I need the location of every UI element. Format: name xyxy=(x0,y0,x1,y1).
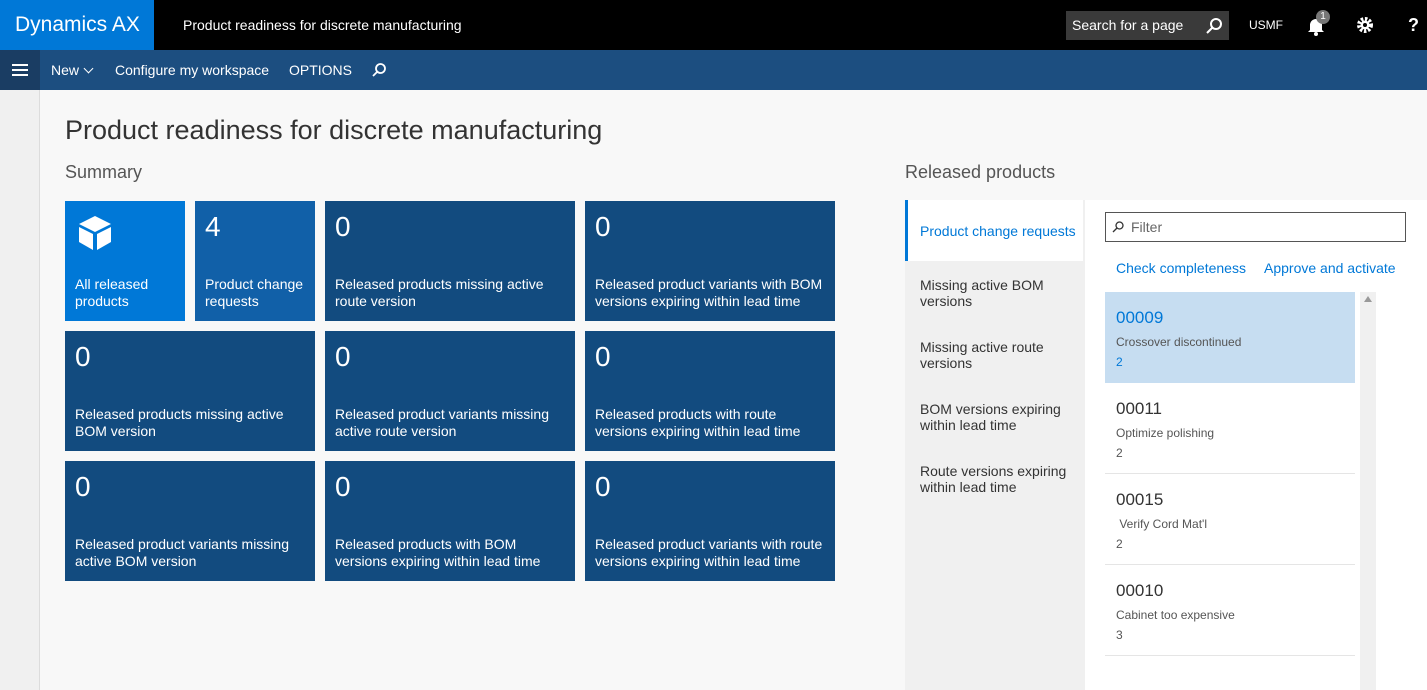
filter-input[interactable]: Filter xyxy=(1105,212,1406,242)
tile-label: Released products missing active BOM ver… xyxy=(75,406,284,439)
approve-activate-link[interactable]: Approve and activate xyxy=(1264,260,1396,276)
item-count: 3 xyxy=(1116,628,1123,642)
tile-label: Released product variants missing active… xyxy=(75,536,289,569)
nav-product-change-requests[interactable]: Product change requests xyxy=(905,200,1083,261)
item-description: Crossover discontinued xyxy=(1116,335,1242,349)
list-item[interactable]: 00009 Crossover discontinued 2 xyxy=(1105,292,1355,383)
tile-product-change-requests[interactable]: 4 Product change requests xyxy=(195,201,315,321)
nav-bom-versions-expiring[interactable]: BOM versions expiring within lead time xyxy=(905,401,1083,433)
nav-missing-route-versions[interactable]: Missing active route versions xyxy=(905,339,1083,371)
tile-variants-route-expiring[interactable]: 0 Released product variants with route v… xyxy=(585,461,835,581)
tile-products-route-expiring[interactable]: 0 Released products with route versions … xyxy=(585,331,835,451)
list-scrollbar[interactable] xyxy=(1360,292,1376,690)
gear-icon[interactable] xyxy=(1356,16,1374,34)
tile-label: Released product variants missing active… xyxy=(335,406,549,439)
tile-count: 0 xyxy=(335,341,351,372)
help-button[interactable]: ? xyxy=(1408,0,1419,50)
released-products-nav: Product change requests Missing active B… xyxy=(905,200,1085,690)
summary-title: Summary xyxy=(65,162,143,182)
tile-label: Released products with BOM versions expi… xyxy=(335,536,541,569)
tile-count: 0 xyxy=(595,211,611,242)
tile-variants-missing-route[interactable]: 0 Released product variants missing acti… xyxy=(325,331,575,451)
item-description: Cabinet too expensive xyxy=(1116,608,1235,622)
tile-products-missing-route[interactable]: 0 Released products missing active route… xyxy=(325,201,575,321)
tile-count: 0 xyxy=(335,211,351,242)
command-bar: New Configure my workspace OPTIONS xyxy=(0,50,1427,90)
search-icon[interactable] xyxy=(371,62,387,78)
configure-workspace-button[interactable]: Configure my workspace xyxy=(115,50,269,90)
top-bar: Dynamics AX Product readiness for discre… xyxy=(0,0,1427,50)
hamburger-menu-icon[interactable] xyxy=(0,50,40,90)
tile-products-bom-expiring[interactable]: 0 Released products with BOM versions ex… xyxy=(325,461,575,581)
tile-count: 4 xyxy=(205,211,221,242)
box-icon xyxy=(79,216,111,250)
left-nav-strip xyxy=(0,90,40,690)
tile-count: 0 xyxy=(595,471,611,502)
tile-count: 0 xyxy=(595,341,611,372)
company-picker[interactable]: USMF xyxy=(1249,0,1283,50)
released-products-title: Released products xyxy=(905,162,1056,182)
item-id: 00015 xyxy=(1116,490,1164,509)
search-placeholder: Search for a page xyxy=(1072,17,1184,33)
tile-label: All released products xyxy=(75,276,149,309)
item-count: 2 xyxy=(1116,446,1123,460)
filter-placeholder: Filter xyxy=(1131,219,1163,235)
chevron-down-icon xyxy=(83,63,94,74)
item-count: 2 xyxy=(1116,355,1123,369)
search-icon xyxy=(1112,221,1124,233)
page-search-input[interactable]: Search for a page xyxy=(1066,11,1229,40)
item-id: 00009 xyxy=(1116,308,1164,327)
tile-label: Released product variants with BOM versi… xyxy=(595,276,823,309)
tile-all-released-products[interactable]: All released products xyxy=(65,201,185,321)
check-completeness-link[interactable]: Check completeness xyxy=(1116,260,1246,276)
tile-label: Released products with route versions ex… xyxy=(595,406,801,439)
new-label: New xyxy=(51,62,80,78)
list-item[interactable]: 00010 Cabinet too expensive 3 xyxy=(1105,565,1355,656)
tile-count: 0 xyxy=(335,471,351,502)
tile-label: Released products missing active route v… xyxy=(335,276,544,309)
new-button[interactable]: New xyxy=(51,50,94,90)
page-name: Product readiness for discrete manufactu… xyxy=(183,17,462,33)
options-button[interactable]: OPTIONS xyxy=(289,50,352,90)
tile-label: Released product variants with route ver… xyxy=(595,536,823,569)
tile-variants-missing-bom[interactable]: 0 Released product variants missing acti… xyxy=(65,461,315,581)
app-brand[interactable]: Dynamics AX xyxy=(0,0,154,50)
search-icon[interactable] xyxy=(1205,17,1223,35)
list-item[interactable]: 00015 Verify Cord Mat'l 2 xyxy=(1105,474,1355,565)
item-id: 00011 xyxy=(1116,399,1163,418)
item-description: Verify Cord Mat'l xyxy=(1116,517,1207,531)
scroll-up-icon[interactable] xyxy=(1364,296,1372,302)
nav-route-versions-expiring[interactable]: Route versions expiring within lead time xyxy=(905,463,1083,495)
item-id: 00010 xyxy=(1116,581,1164,600)
tile-count: 0 xyxy=(75,471,91,502)
tile-count: 0 xyxy=(75,341,91,372)
list-item[interactable]: 00011 Optimize polishing 2 xyxy=(1105,383,1355,474)
tile-label: Product change requests xyxy=(205,276,304,309)
nav-missing-bom-versions[interactable]: Missing active BOM versions xyxy=(905,277,1083,309)
page-title: Product readiness for discrete manufactu… xyxy=(65,115,603,145)
item-count: 2 xyxy=(1116,537,1123,551)
tile-variants-bom-expiring[interactable]: 0 Released product variants with BOM ver… xyxy=(585,201,835,321)
notification-badge: 1 xyxy=(1316,10,1330,24)
item-description: Optimize polishing xyxy=(1116,426,1215,440)
tile-products-missing-bom[interactable]: 0 Released products missing active BOM v… xyxy=(65,331,315,451)
